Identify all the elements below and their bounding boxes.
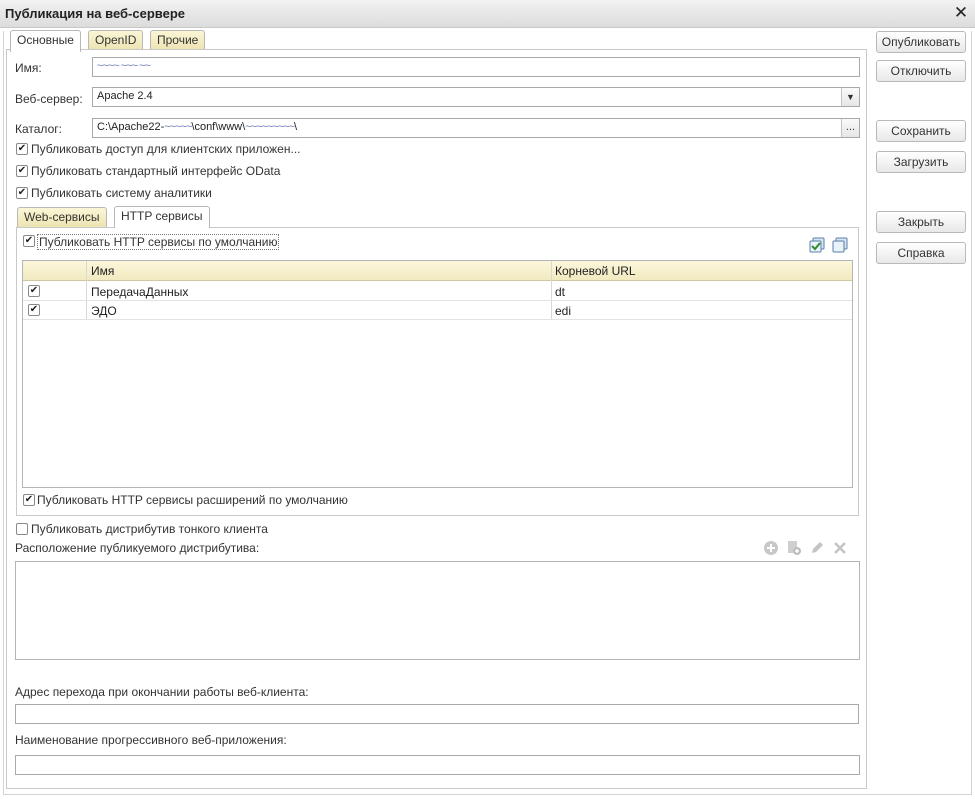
pwa-name-field[interactable] — [15, 755, 860, 775]
table-header: Имя Корневой URL — [23, 261, 852, 281]
publish-extensions-checkbox[interactable] — [23, 494, 35, 506]
copy-icon[interactable] — [786, 540, 802, 556]
catalog-suffix: \ — [294, 121, 298, 133]
help-button[interactable]: Справка — [876, 242, 966, 264]
distributive-location-field[interactable] — [15, 561, 860, 660]
odata-checkbox[interactable] — [16, 165, 28, 177]
column-name-header[interactable]: Имя — [91, 264, 114, 278]
publish-http-default-label: Публиковать HTTP сервисы по умолчанию — [37, 234, 280, 250]
client-apps-checkbox[interactable] — [16, 143, 28, 155]
publish-extensions-label: Публиковать HTTP сервисы расширений по у… — [37, 493, 348, 507]
column-url-header[interactable]: Корневой URL — [555, 264, 636, 278]
thin-client-label: Публиковать дистрибутив тонкого клиента — [31, 522, 268, 536]
thin-client-checkbox[interactable] — [16, 523, 28, 535]
odata-label: Публиковать стандартный интерфейс OData — [31, 164, 281, 178]
row-name: ПередачаДанных — [91, 285, 189, 299]
name-value: ~~~~ ~~~ ~~ — [97, 60, 151, 72]
close-button[interactable]: Закрыть — [876, 211, 966, 233]
row-url: edi — [555, 304, 572, 318]
table-row[interactable]: ЭДО edi — [23, 301, 852, 320]
row-checkbox[interactable] — [28, 285, 40, 297]
name-label: Имя: — [15, 61, 42, 75]
pwa-name-label: Наименование прогрессивного веб-приложен… — [15, 733, 287, 747]
tab-http-services[interactable]: HTTP сервисы — [114, 206, 210, 228]
delete-icon[interactable] — [832, 540, 848, 556]
server-value: Apache 2.4 — [97, 90, 153, 102]
catalog-redacted-2: ~~~~~~~~~ — [245, 121, 295, 133]
tab-web-services[interactable]: Web-сервисы — [17, 207, 107, 228]
analytics-label: Публиковать систему аналитики — [31, 186, 212, 200]
window-title: Публикация на веб-сервере — [5, 6, 186, 21]
server-select[interactable]: Apache 2.4 ▼ — [92, 87, 860, 107]
client-apps-label: Публиковать доступ для клиентских прилож… — [31, 142, 301, 156]
disable-button[interactable]: Отключить — [876, 60, 966, 82]
catalog-label: Каталог: — [15, 122, 62, 136]
catalog-prefix: C:\Apache22- — [97, 121, 165, 133]
save-button[interactable]: Сохранить — [876, 120, 966, 142]
publish-button[interactable]: Опубликовать — [876, 31, 966, 53]
catalog-redacted-1: ~~~~~ — [164, 121, 192, 133]
chevron-down-icon[interactable]: ▼ — [841, 88, 859, 106]
edit-icon[interactable] — [809, 540, 825, 556]
distributive-location-label: Расположение публикуемого дистрибутива: — [15, 541, 260, 555]
title-bar: Публикация на веб-сервере ✕ — [0, 0, 975, 28]
check-all-icon[interactable] — [809, 237, 825, 253]
close-icon[interactable]: ✕ — [953, 4, 969, 22]
row-url: dt — [555, 285, 566, 299]
exit-url-label: Адрес перехода при окончании работы веб-… — [15, 685, 309, 699]
catalog-mid: \conf\www\ — [191, 121, 246, 133]
add-icon[interactable] — [763, 540, 779, 556]
row-checkbox[interactable] — [28, 304, 40, 316]
uncheck-all-icon[interactable] — [832, 237, 848, 253]
tab-other[interactable]: Прочие — [150, 30, 206, 51]
publish-http-default-checkbox[interactable] — [23, 235, 35, 247]
catalog-field[interactable]: C:\Apache22-~~~~~\conf\www\~~~~~~~~~\ ..… — [92, 118, 860, 138]
tab-openid[interactable]: OpenID — [88, 30, 144, 51]
exit-url-field[interactable] — [15, 704, 859, 724]
table-row[interactable]: ПередачаДанных dt — [23, 282, 852, 301]
server-label: Веб-сервер: — [15, 92, 83, 106]
load-button[interactable]: Загрузить — [876, 151, 966, 173]
browse-button[interactable]: ... — [841, 119, 859, 137]
name-field[interactable]: ~~~~ ~~~ ~~ — [92, 57, 860, 77]
tab-main[interactable]: Основные — [10, 30, 81, 52]
http-services-table[interactable]: Имя Корневой URL ПередачаДанных dt ЭДО e… — [22, 260, 853, 488]
row-name: ЭДО — [91, 304, 117, 318]
analytics-checkbox[interactable] — [16, 187, 28, 199]
